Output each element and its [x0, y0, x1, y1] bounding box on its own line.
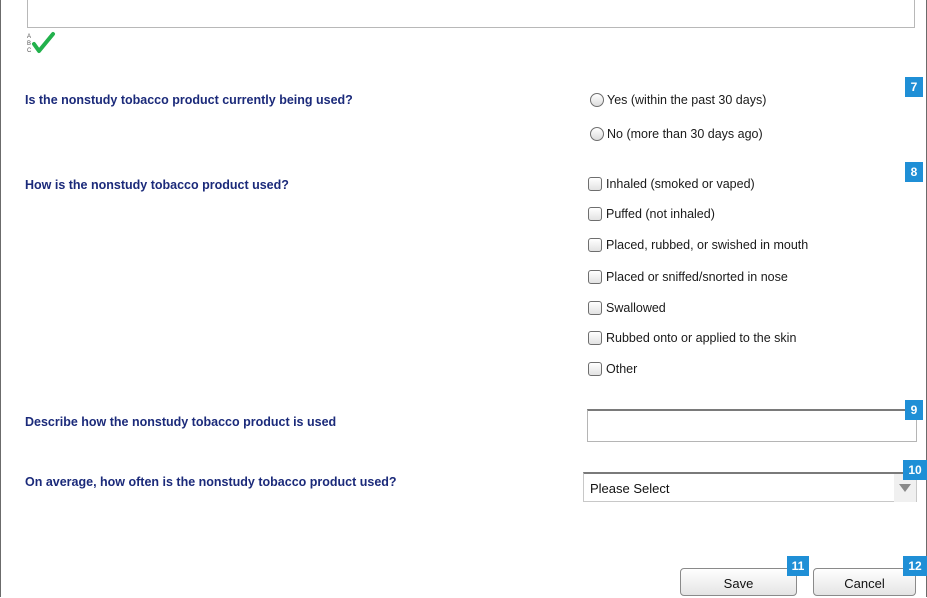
question-frequency-label: On average, how often is the nonstudy to…: [25, 475, 397, 489]
radio-button[interactable]: [590, 127, 604, 141]
checkbox[interactable]: [588, 301, 602, 315]
question-current-use-label: Is the nonstudy tobacco product currentl…: [25, 93, 353, 107]
radio-no-option[interactable]: No (more than 30 days ago): [590, 127, 763, 141]
svg-text:B: B: [27, 41, 31, 47]
checkbox-puffed-option[interactable]: Puffed (not inhaled): [588, 207, 715, 221]
describe-input[interactable]: [587, 409, 917, 442]
field-number-badge: 11: [787, 556, 809, 576]
checkbox[interactable]: [588, 331, 602, 345]
spellcheck-icon[interactable]: A B C: [27, 30, 63, 60]
svg-text:A: A: [27, 34, 31, 40]
field-number-badge: 9: [905, 400, 923, 420]
field-number-badge: 10: [903, 460, 927, 480]
checkbox-skin-option[interactable]: Rubbed onto or applied to the skin: [588, 331, 796, 345]
frame-border-left: [0, 0, 1, 597]
checkbox[interactable]: [588, 270, 602, 284]
checkbox-mouth-label: Placed, rubbed, or swished in mouth: [606, 238, 809, 252]
frequency-selected-value: Please Select: [590, 481, 670, 496]
checkbox-other-label: Other: [606, 362, 638, 376]
svg-text:C: C: [27, 48, 32, 54]
cancel-button[interactable]: Cancel: [813, 568, 916, 596]
save-button[interactable]: Save: [680, 568, 797, 596]
radio-yes-label: Yes (within the past 30 days): [607, 93, 767, 107]
radio-no-label: No (more than 30 days ago): [607, 127, 763, 141]
checkbox-inhaled-label: Inhaled (smoked or vaped): [606, 177, 755, 191]
checkbox[interactable]: [588, 207, 602, 221]
checkbox[interactable]: [588, 238, 602, 252]
previous-textarea[interactable]: [27, 0, 915, 28]
checkbox-nose-label: Placed or sniffed/snorted in nose: [606, 270, 788, 284]
checkbox-other-option[interactable]: Other: [588, 362, 637, 376]
question-describe-label: Describe how the nonstudy tobacco produc…: [25, 415, 337, 429]
checkbox-skin-label: Rubbed onto or applied to the skin: [606, 331, 797, 345]
radio-button[interactable]: [590, 93, 604, 107]
checkbox-swallowed-label: Swallowed: [606, 301, 666, 315]
checkbox[interactable]: [588, 177, 602, 191]
field-number-badge: 12: [903, 556, 927, 576]
checkbox-puffed-label: Puffed (not inhaled): [606, 207, 715, 221]
frequency-select[interactable]: Please Select: [583, 472, 917, 502]
checkbox-nose-option[interactable]: Placed or sniffed/snorted in nose: [588, 270, 788, 284]
field-number-badge: 7: [905, 77, 923, 97]
checkbox-swallowed-option[interactable]: Swallowed: [588, 301, 666, 315]
checkbox-inhaled-option[interactable]: Inhaled (smoked or vaped): [588, 177, 755, 191]
field-number-badge: 8: [905, 162, 923, 182]
checkbox-mouth-option[interactable]: Placed, rubbed, or swished in mouth: [588, 238, 808, 252]
radio-yes-option[interactable]: Yes (within the past 30 days): [590, 93, 766, 107]
question-method-label: How is the nonstudy tobacco product used…: [25, 178, 289, 192]
checkbox[interactable]: [588, 362, 602, 376]
